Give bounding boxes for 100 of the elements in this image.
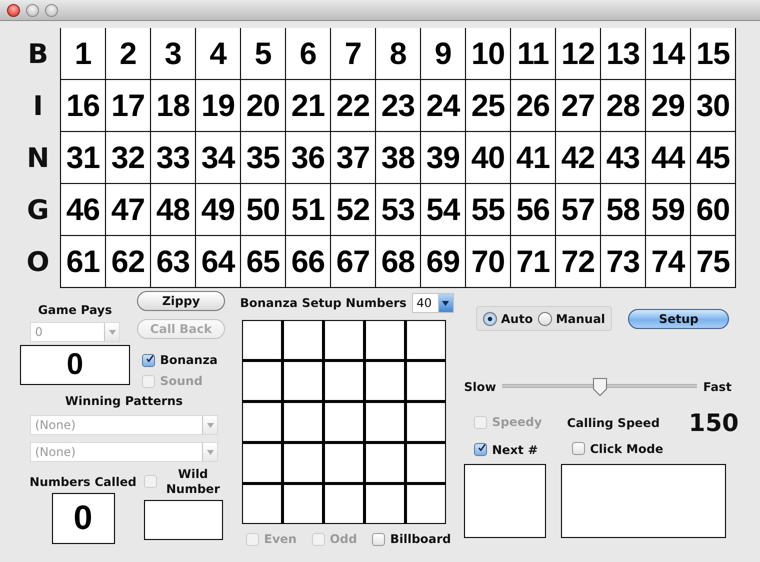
number-cell[interactable]: 15 xyxy=(691,28,736,80)
number-cell[interactable]: 36 xyxy=(286,132,331,184)
bonanza-cell[interactable] xyxy=(284,485,322,523)
number-cell[interactable]: 61 xyxy=(61,236,106,288)
number-cell[interactable]: 18 xyxy=(151,80,196,132)
number-cell[interactable]: 9 xyxy=(421,28,466,80)
checkbox[interactable] xyxy=(372,532,386,546)
bonanza-cell[interactable] xyxy=(407,485,445,523)
wild-number-field[interactable] xyxy=(144,500,223,540)
number-cell[interactable]: 24 xyxy=(421,80,466,132)
number-cell[interactable]: 13 xyxy=(601,28,646,80)
bonanza-cell[interactable] xyxy=(366,403,404,441)
number-cell[interactable]: 14 xyxy=(646,28,691,80)
number-cell[interactable]: 35 xyxy=(241,132,286,184)
number-cell[interactable]: 21 xyxy=(286,80,331,132)
bonanza-cell[interactable] xyxy=(243,444,281,482)
bonanza-cell[interactable] xyxy=(407,362,445,400)
bonanza-cell[interactable] xyxy=(243,485,281,523)
bonanza-cell[interactable] xyxy=(366,362,404,400)
number-cell[interactable]: 48 xyxy=(151,184,196,236)
number-cell[interactable]: 66 xyxy=(286,236,331,288)
number-cell[interactable]: 64 xyxy=(196,236,241,288)
number-cell[interactable]: 56 xyxy=(511,184,556,236)
number-cell[interactable]: 2 xyxy=(106,28,151,80)
number-cell[interactable]: 73 xyxy=(601,236,646,288)
number-cell[interactable]: 4 xyxy=(196,28,241,80)
dropdown[interactable]: 40 xyxy=(412,293,454,313)
number-cell[interactable]: 49 xyxy=(196,184,241,236)
number-cell[interactable]: 44 xyxy=(646,132,691,184)
number-cell[interactable]: 28 xyxy=(601,80,646,132)
number-cell[interactable]: 20 xyxy=(241,80,286,132)
bonanza-cell[interactable] xyxy=(325,403,363,441)
number-cell[interactable]: 54 xyxy=(421,184,466,236)
number-cell[interactable]: 72 xyxy=(556,236,601,288)
radio-button[interactable] xyxy=(483,312,497,326)
number-cell[interactable]: 63 xyxy=(151,236,196,288)
number-cell[interactable]: 42 xyxy=(556,132,601,184)
number-cell[interactable]: 51 xyxy=(286,184,331,236)
zoom-icon[interactable] xyxy=(45,4,58,16)
number-cell[interactable]: 68 xyxy=(376,236,421,288)
checkbox[interactable] xyxy=(572,442,585,455)
number-cell[interactable]: 32 xyxy=(106,132,151,184)
number-cell[interactable]: 62 xyxy=(106,236,151,288)
number-cell[interactable]: 41 xyxy=(511,132,556,184)
bonanza-cell[interactable] xyxy=(325,362,363,400)
close-icon[interactable] xyxy=(7,4,20,16)
number-cell[interactable]: 67 xyxy=(331,236,376,288)
radio-button[interactable] xyxy=(538,312,552,326)
number-cell[interactable]: 38 xyxy=(376,132,421,184)
number-cell[interactable]: 58 xyxy=(601,184,646,236)
checkbox[interactable] xyxy=(474,443,487,456)
slider-thumb[interactable] xyxy=(592,377,608,397)
number-cell[interactable]: 52 xyxy=(331,184,376,236)
setup-button[interactable]: Setup xyxy=(628,308,730,328)
number-cell[interactable]: 55 xyxy=(466,184,511,236)
number-cell[interactable]: 53 xyxy=(376,184,421,236)
number-cell[interactable]: 29 xyxy=(646,80,691,132)
number-cell[interactable]: 46 xyxy=(61,184,106,236)
number-cell[interactable]: 34 xyxy=(196,132,241,184)
number-cell[interactable]: 65 xyxy=(241,236,286,288)
number-cell[interactable]: 57 xyxy=(556,184,601,236)
number-cell[interactable]: 8 xyxy=(376,28,421,80)
number-cell[interactable]: 43 xyxy=(601,132,646,184)
number-cell[interactable]: 37 xyxy=(331,132,376,184)
bonanza-cell[interactable] xyxy=(366,444,404,482)
number-cell[interactable]: 19 xyxy=(196,80,241,132)
number-cell[interactable]: 59 xyxy=(646,184,691,236)
number-cell[interactable]: 75 xyxy=(691,236,736,288)
number-cell[interactable]: 22 xyxy=(331,80,376,132)
number-cell[interactable]: 60 xyxy=(691,184,736,236)
bonanza-cell[interactable] xyxy=(366,485,404,523)
number-cell[interactable]: 5 xyxy=(241,28,286,80)
bonanza-cell[interactable] xyxy=(407,444,445,482)
bonanza-cell[interactable] xyxy=(325,444,363,482)
number-cell[interactable]: 25 xyxy=(466,80,511,132)
number-cell[interactable]: 26 xyxy=(511,80,556,132)
bonanza-cell[interactable] xyxy=(243,362,281,400)
number-cell[interactable]: 30 xyxy=(691,80,736,132)
number-cell[interactable]: 47 xyxy=(106,184,151,236)
action-button[interactable]: Zippy xyxy=(137,291,225,311)
number-cell[interactable]: 7 xyxy=(331,28,376,80)
bonanza-cell[interactable] xyxy=(325,485,363,523)
bonanza-cell[interactable] xyxy=(366,321,404,359)
number-cell[interactable]: 50 xyxy=(241,184,286,236)
number-cell[interactable]: 31 xyxy=(61,132,106,184)
minimize-icon[interactable] xyxy=(26,4,39,16)
bonanza-cell[interactable] xyxy=(284,444,322,482)
number-cell[interactable]: 3 xyxy=(151,28,196,80)
number-cell[interactable]: 23 xyxy=(376,80,421,132)
number-cell[interactable]: 6 xyxy=(286,28,331,80)
number-cell[interactable]: 70 xyxy=(466,236,511,288)
number-cell[interactable]: 1 xyxy=(61,28,106,80)
number-cell[interactable]: 11 xyxy=(511,28,556,80)
number-cell[interactable]: 17 xyxy=(106,80,151,132)
bonanza-cell[interactable] xyxy=(243,403,281,441)
number-cell[interactable]: 33 xyxy=(151,132,196,184)
number-cell[interactable]: 27 xyxy=(556,80,601,132)
bonanza-cell[interactable] xyxy=(407,321,445,359)
bonanza-cell[interactable] xyxy=(284,321,322,359)
number-cell[interactable]: 40 xyxy=(466,132,511,184)
